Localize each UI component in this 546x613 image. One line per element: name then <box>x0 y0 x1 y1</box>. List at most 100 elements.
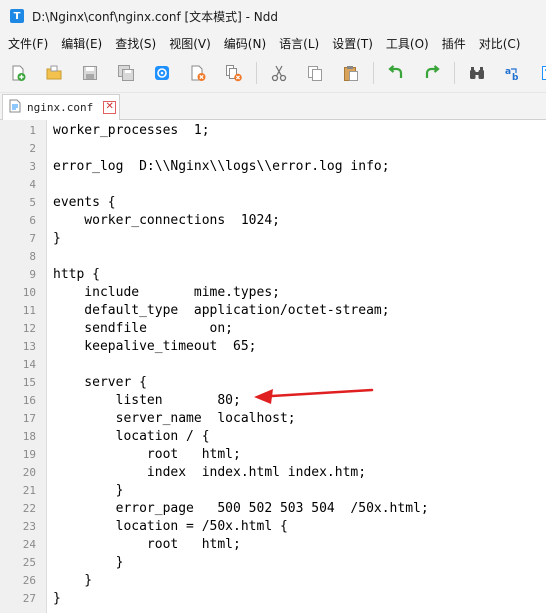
code-line[interactable]: 4 <box>0 176 546 194</box>
toolbar-separator <box>454 62 455 84</box>
line-number: 18 <box>22 430 36 443</box>
line-text: worker_processes 1; <box>53 123 210 138</box>
menu-item[interactable]: 编辑(E) <box>61 35 102 52</box>
menu-item[interactable]: 设置(T) <box>332 35 373 52</box>
find-icon[interactable] <box>466 62 488 84</box>
menu-item[interactable]: 插件 <box>442 35 466 52</box>
code-line[interactable]: 14 <box>0 356 546 374</box>
code-line[interactable]: 17 server_name localhost; <box>0 410 546 428</box>
menu-item[interactable]: 语言(L) <box>279 35 319 52</box>
code-line[interactable]: 9 http { <box>0 266 546 284</box>
line-number: 25 <box>22 556 36 569</box>
code-line[interactable]: 18 location / { <box>0 428 546 446</box>
window-title: D:\Nginx\conf\nginx.conf [文本模式] - Ndd <box>32 9 279 24</box>
line-text: worker_connections 1024; <box>53 213 280 228</box>
code-line[interactable]: 19 root html; <box>0 446 546 464</box>
code-line[interactable]: 27} <box>0 590 546 608</box>
code-line[interactable]: 1 worker_processes 1; <box>0 122 546 140</box>
line-number: 10 <box>22 286 36 299</box>
menu-item[interactable]: 视图(V) <box>169 35 211 52</box>
line-text: } <box>53 591 61 606</box>
line-number: 24 <box>22 538 36 551</box>
menu-item[interactable]: 查找(S) <box>115 35 156 52</box>
line-text: sendfile on; <box>53 321 234 336</box>
line-number: 7 <box>29 232 36 245</box>
toolbar-separator <box>256 62 257 84</box>
line-text: } <box>53 483 124 498</box>
line-number: 13 <box>22 340 36 353</box>
line-text: include mime.types; <box>53 285 280 300</box>
line-text: keepalive_timeout 65; <box>53 339 257 354</box>
menu-item[interactable]: 编码(N) <box>224 35 266 52</box>
redo-icon[interactable] <box>421 62 443 84</box>
menu-item[interactable]: 工具(O) <box>386 35 429 52</box>
code-line[interactable]: 11 default_type application/octet-stream… <box>0 302 546 320</box>
tab-bar: nginx.conf ✕ <box>0 93 546 120</box>
settings-circle-icon[interactable] <box>151 62 173 84</box>
cut-icon[interactable] <box>268 62 290 84</box>
line-number: 21 <box>22 484 36 497</box>
line-text: } <box>53 555 124 570</box>
line-number: 14 <box>22 358 36 371</box>
svg-text:b: b <box>512 73 519 82</box>
line-number: 1 <box>29 124 36 137</box>
line-text: http { <box>53 267 100 282</box>
line-text: root html; <box>53 537 241 552</box>
code-line[interactable]: 26 } <box>0 572 546 590</box>
close-tab-icon[interactable]: ✕ <box>103 101 117 114</box>
code-line[interactable]: 13 keepalive_timeout 65; <box>0 338 546 356</box>
menu-item[interactable]: 对比(C) <box>479 35 521 52</box>
code-line[interactable]: 21 } <box>0 482 546 500</box>
text-mode-icon[interactable] <box>538 62 546 84</box>
code-editor[interactable]: 1 worker_processes 1; 2 3 error_log D:\\Ngin… <box>0 120 546 613</box>
paste-icon[interactable] <box>340 62 362 84</box>
code-line[interactable]: 23 location = /50x.html { <box>0 518 546 536</box>
line-number: 9 <box>29 268 36 281</box>
save-icon[interactable] <box>79 62 101 84</box>
code-line[interactable]: 3 error_log D:\\Nginx\\logs\\error.log in… <box>0 158 546 176</box>
line-number: 15 <box>22 376 36 389</box>
save-all-icon[interactable] <box>115 62 137 84</box>
line-number: 23 <box>22 520 36 533</box>
code-line[interactable]: 6 worker_connections 1024; <box>0 212 546 230</box>
replace-icon[interactable]: ab <box>502 62 524 84</box>
toolbar: ab <box>0 54 546 93</box>
line-text: listen 80; <box>53 393 241 408</box>
file-icon <box>9 98 21 117</box>
code-line[interactable]: 7} <box>0 230 546 248</box>
code-line[interactable]: 16 listen 80; <box>0 392 546 410</box>
line-text: server { <box>53 375 147 390</box>
close-file-icon[interactable] <box>187 62 209 84</box>
line-number: 20 <box>22 466 36 479</box>
line-text: events { <box>53 195 116 210</box>
line-number: 11 <box>22 304 36 317</box>
undo-icon[interactable] <box>385 62 407 84</box>
code-line[interactable]: 10 include mime.types; <box>0 284 546 302</box>
code-line[interactable]: 8 <box>0 248 546 266</box>
line-text: error_log D:\\Nginx\\logs\\error.log inf… <box>53 159 390 174</box>
code-line[interactable]: 5 events { <box>0 194 546 212</box>
code-line[interactable]: 12 sendfile on; <box>0 320 546 338</box>
menu-item[interactable]: 文件(F) <box>8 35 48 52</box>
line-text: server_name localhost; <box>53 411 296 426</box>
code-line[interactable]: 15 server { <box>0 374 546 392</box>
line-number: 2 <box>29 142 36 155</box>
line-text: } <box>53 573 93 588</box>
close-all-icon[interactable] <box>223 62 245 84</box>
code-line[interactable]: 22 error_page 500 502 503 504 /50x.html; <box>0 500 546 518</box>
code-line[interactable]: 20 index index.html index.htm; <box>0 464 546 482</box>
line-number: 4 <box>29 178 36 191</box>
line-text: location = /50x.html { <box>53 519 288 534</box>
code-line[interactable]: 24 root html; <box>0 536 546 554</box>
copy-icon[interactable] <box>304 62 326 84</box>
tab-nginx-conf[interactable]: nginx.conf ✕ <box>2 94 120 120</box>
line-number: 27 <box>22 592 36 605</box>
open-folder-icon[interactable] <box>43 62 65 84</box>
line-number: 17 <box>22 412 36 425</box>
code-line[interactable]: 2 <box>0 140 546 158</box>
line-number: 19 <box>22 448 36 461</box>
line-text: error_page 500 502 503 504 /50x.html; <box>53 501 429 516</box>
code-line[interactable]: 25 } <box>0 554 546 572</box>
line-number: 6 <box>29 214 36 227</box>
new-file-icon[interactable] <box>7 62 29 84</box>
